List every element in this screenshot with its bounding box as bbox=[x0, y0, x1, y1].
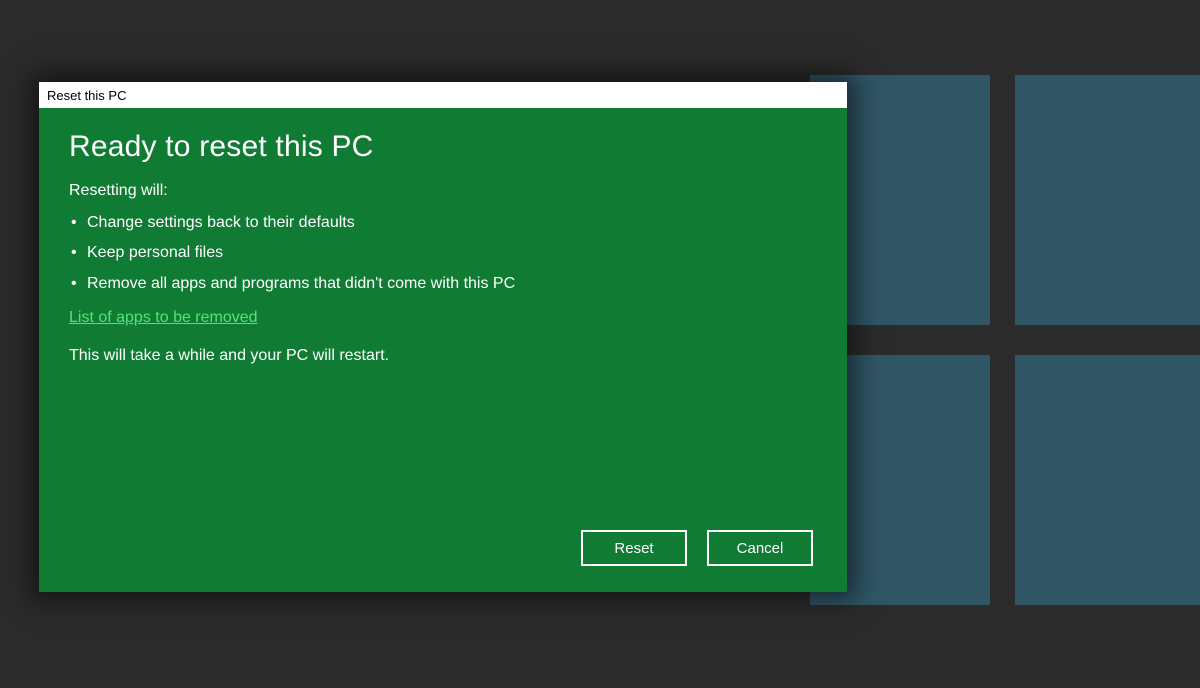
bullet-list: Change settings back to their defaults K… bbox=[69, 208, 817, 299]
list-of-apps-link[interactable]: List of apps to be removed bbox=[69, 309, 817, 327]
dialog-title: Reset this PC bbox=[47, 88, 126, 103]
dialog-heading: Ready to reset this PC bbox=[69, 130, 817, 164]
windows-logo-icon bbox=[810, 75, 1200, 605]
list-item: Remove all apps and programs that didn't… bbox=[69, 269, 817, 299]
button-row: Reset Cancel bbox=[69, 530, 817, 572]
dialog-titlebar[interactable]: Reset this PC bbox=[39, 82, 847, 108]
intro-text: Resetting will: bbox=[69, 182, 817, 200]
logo-pane bbox=[1015, 75, 1200, 325]
dialog-body: Ready to reset this PC Resetting will: C… bbox=[39, 108, 847, 592]
note-text: This will take a while and your PC will … bbox=[69, 347, 817, 365]
logo-pane bbox=[1015, 355, 1200, 605]
list-item: Keep personal files bbox=[69, 238, 817, 268]
reset-button[interactable]: Reset bbox=[581, 530, 687, 566]
reset-pc-dialog: Reset this PC Ready to reset this PC Res… bbox=[39, 82, 847, 592]
list-item: Change settings back to their defaults bbox=[69, 208, 817, 238]
cancel-button[interactable]: Cancel bbox=[707, 530, 813, 566]
